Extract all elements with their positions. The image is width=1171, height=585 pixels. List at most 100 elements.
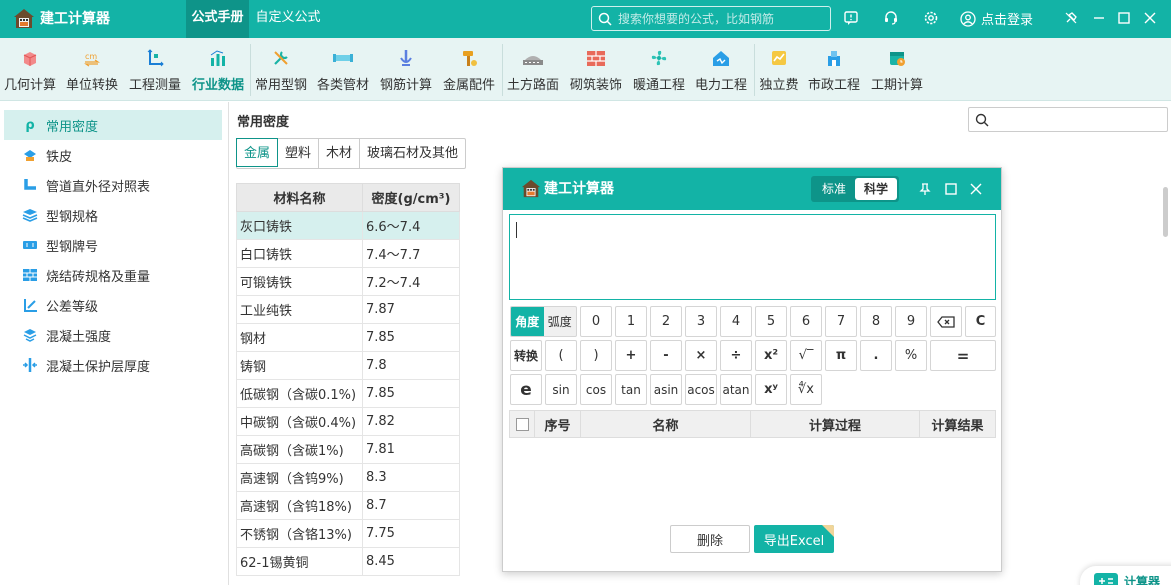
key-9[interactable]: 9 <box>895 306 927 337</box>
key-sin[interactable]: sin <box>545 374 577 405</box>
key-5[interactable]: 5 <box>755 306 787 337</box>
key-multiply[interactable]: × <box>685 340 717 371</box>
angle-degree-button[interactable]: 角度 <box>511 307 544 336</box>
tool-metal-parts[interactable]: 金属配件 <box>441 47 497 93</box>
table-row[interactable]: 高速钢（含钨18%) 8.7 <box>236 491 460 520</box>
table-row[interactable]: 不锈钢（含铬13%) 7.75 <box>236 519 460 548</box>
sidebar-item-pipe-diameter[interactable]: 管道直外径对照表 <box>4 170 222 200</box>
key-divide[interactable]: ÷ <box>720 340 752 371</box>
tool-geometry[interactable]: 几何计算 <box>2 47 58 93</box>
key-acos[interactable]: acos <box>685 374 717 405</box>
top-search-input[interactable]: 搜索你想要的公式，比如钢筋 <box>591 6 831 31</box>
key-0[interactable]: 0 <box>580 306 612 337</box>
tool-rebar[interactable]: 钢筋计算 <box>378 47 434 93</box>
key-minus[interactable]: - <box>650 340 682 371</box>
key-2[interactable]: 2 <box>650 306 682 337</box>
sidebar-item-concrete-cover[interactable]: 混凝土保护层厚度 <box>4 350 222 380</box>
tool-independent-fee[interactable]: 独立费 <box>757 47 801 93</box>
table-row[interactable]: 灰口铸铁 6.6～7.4 <box>236 211 460 240</box>
tool-electrical[interactable]: 电力工程 <box>693 47 749 93</box>
key-6[interactable]: 6 <box>790 306 822 337</box>
feedback-icon[interactable] <box>842 9 860 27</box>
pin-icon[interactable] <box>1062 9 1080 27</box>
tool-masonry[interactable]: 砌筑装饰 <box>567 47 625 93</box>
select-all-checkbox[interactable] <box>515 417 529 431</box>
login-button[interactable]: 点击登录 <box>960 9 1033 28</box>
mode-scientific[interactable]: 科学 <box>855 178 898 200</box>
tool-municipal[interactable]: 市政工程 <box>806 47 862 93</box>
sidebar-item-sheet-iron[interactable]: 铁皮 <box>4 140 222 170</box>
key-right-paren[interactable]: ) <box>580 340 612 371</box>
key-dot[interactable]: . <box>860 340 892 371</box>
key-root[interactable]: ∜x <box>790 374 822 405</box>
close-icon[interactable] <box>1141 9 1159 27</box>
settings-gear-icon[interactable] <box>922 9 940 27</box>
key-tan[interactable]: tan <box>615 374 647 405</box>
key-1[interactable]: 1 <box>615 306 647 337</box>
calculator-dock-badge[interactable]: 计算器 <box>1080 566 1171 585</box>
tab-wood[interactable]: 木材 <box>319 139 361 168</box>
tool-pipes[interactable]: 各类管材 <box>315 47 371 93</box>
table-row[interactable]: 可锻铸铁 7.2～7.4 <box>236 267 460 296</box>
table-row[interactable]: 高碳钢（含碳1%) 7.81 <box>236 435 460 464</box>
table-row[interactable]: 铸钢 7.8 <box>236 351 460 380</box>
key-square[interactable]: x² <box>755 340 787 371</box>
tab-plastic[interactable]: 塑料 <box>278 139 320 168</box>
tool-hvac[interactable]: 暖通工程 <box>631 47 687 93</box>
key-cos[interactable]: cos <box>580 374 612 405</box>
scrollbar-thumb[interactable] <box>1163 187 1168 237</box>
delete-button[interactable]: 删除 <box>670 525 750 553</box>
sidebar-item-steel-grade[interactable]: 型钢牌号 <box>4 230 222 260</box>
sidebar-item-concrete-strength[interactable]: 混凝土强度 <box>4 320 222 350</box>
tool-common-steel[interactable]: 常用型钢 <box>253 47 309 93</box>
tab-custom-formula[interactable]: 自定义公式 <box>253 0 323 38</box>
key-asin[interactable]: asin <box>650 374 682 405</box>
angle-radian-button[interactable]: 弧度 <box>544 307 577 336</box>
pin-icon[interactable] <box>917 181 933 197</box>
tab-glass-stone[interactable]: 玻璃石材及其他 <box>360 139 465 168</box>
maximize-icon[interactable] <box>1115 9 1133 27</box>
tab-formula-handbook[interactable]: 公式手册 <box>186 0 249 38</box>
key-percent[interactable]: % <box>895 340 927 371</box>
mode-standard[interactable]: 标准 <box>813 178 855 200</box>
sidebar-item-brick-spec[interactable]: 烧结砖规格及重量 <box>4 260 222 290</box>
density-search-input[interactable] <box>968 107 1168 132</box>
tool-schedule[interactable]: 工期计算 <box>869 47 925 93</box>
maximize-icon[interactable] <box>943 181 959 197</box>
key-4[interactable]: 4 <box>720 306 752 337</box>
export-excel-button[interactable]: 导出Excel <box>754 525 834 553</box>
tab-metal[interactable]: 金属 <box>236 138 279 167</box>
calc-display[interactable] <box>509 214 996 300</box>
table-row[interactable]: 高速钢（含钨9%) 8.3 <box>236 463 460 492</box>
key-pi[interactable]: π <box>825 340 857 371</box>
key-plus[interactable]: + <box>615 340 647 371</box>
key-e[interactable]: e <box>510 374 542 405</box>
tool-earthwork[interactable]: 土方路面 <box>505 47 561 93</box>
key-clear[interactable]: C <box>965 306 996 337</box>
key-equals[interactable]: = <box>930 340 996 371</box>
tool-survey[interactable]: 工程测量 <box>127 47 183 93</box>
table-row[interactable]: 中碳钢（含碳0.4%) 7.82 <box>236 407 460 436</box>
table-row[interactable]: 工业纯铁 7.87 <box>236 295 460 324</box>
close-icon[interactable] <box>968 181 984 197</box>
table-row[interactable]: 62-1锡黄铜 8.45 <box>236 547 460 576</box>
tool-industry-data[interactable]: 行业数据 <box>190 47 246 93</box>
backspace-key[interactable] <box>930 306 962 337</box>
key-3[interactable]: 3 <box>685 306 717 337</box>
key-power[interactable]: xʸ <box>755 374 787 405</box>
sidebar-item-tolerance[interactable]: 公差等级 <box>4 290 222 320</box>
sidebar-item-common-density[interactable]: ρ 常用密度 <box>4 110 222 140</box>
select-all-cell[interactable] <box>510 411 535 437</box>
key-convert[interactable]: 转换 <box>510 340 542 371</box>
table-row[interactable]: 白口铸铁 7.4～7.7 <box>236 239 460 268</box>
tool-unit-conversion[interactable]: cm 单位转换 <box>64 47 120 93</box>
key-atan[interactable]: atan <box>720 374 752 405</box>
minimize-icon[interactable] <box>1090 9 1108 27</box>
key-left-paren[interactable]: ( <box>545 340 577 371</box>
key-8[interactable]: 8 <box>860 306 892 337</box>
key-sqrt[interactable]: √‾ <box>790 340 822 371</box>
sidebar-item-steel-spec[interactable]: 型钢规格 <box>4 200 222 230</box>
table-row[interactable]: 钢材 7.85 <box>236 323 460 352</box>
headset-icon[interactable] <box>882 9 900 27</box>
table-row[interactable]: 低碳钢（含碳0.1%) 7.85 <box>236 379 460 408</box>
